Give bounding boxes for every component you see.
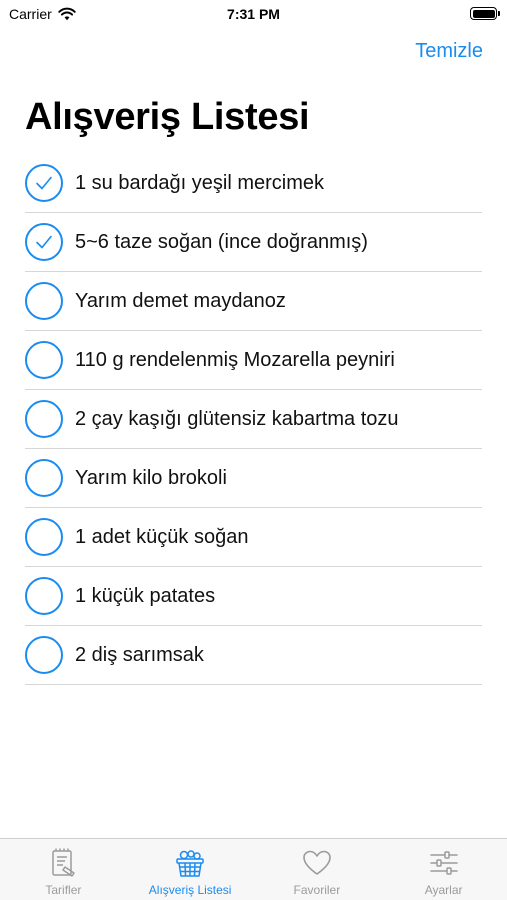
list-item-label: 1 adet küçük soğan — [75, 525, 249, 548]
checkbox-unchecked[interactable] — [25, 341, 63, 379]
checkbox-unchecked[interactable] — [25, 577, 63, 615]
status-carrier-group: Carrier — [9, 6, 76, 22]
page-title: Alışveriş Listesi — [25, 96, 310, 138]
list-item-label: 110 g rendelenmiş Mozarella peyniri — [75, 348, 395, 371]
list-item[interactable]: 5~6 taze soğan (ince doğranmış) — [25, 213, 482, 272]
tab-label: Ayarlar — [424, 883, 463, 897]
list-item[interactable]: 2 çay kaşığı glütensiz kabartma tozu — [25, 390, 482, 449]
checkmark-icon — [36, 235, 52, 249]
list-item-label: 2 çay kaşığı glütensiz kabartma tozu — [75, 407, 399, 430]
list-item[interactable]: 1 küçük patates — [25, 567, 482, 626]
recipe-book-icon — [52, 848, 76, 877]
tab-label: Tarifler — [45, 883, 82, 897]
checkbox-unchecked[interactable] — [25, 459, 63, 497]
list-item[interactable]: Yarım demet maydanoz — [25, 272, 482, 331]
tab-recipes[interactable]: Tarifler — [0, 839, 127, 900]
tab-label: Alışveriş Listesi — [148, 883, 232, 897]
list-item[interactable]: 1 adet küçük soğan — [25, 508, 482, 567]
list-item-label: 2 diş sarımsak — [75, 643, 204, 666]
checkbox-unchecked[interactable] — [25, 518, 63, 556]
tab-favorites[interactable]: Favoriler — [254, 839, 381, 900]
status-bar: Carrier 7:31 PM — [0, 0, 507, 30]
tab-shopping-list[interactable]: Alışveriş Listesi — [127, 839, 254, 900]
carrier-label: Carrier — [9, 6, 52, 22]
tab-bar: Tarifler Alışveriş Listesi Favoriler Aya… — [0, 838, 507, 900]
battery-fill — [472, 9, 495, 18]
shopping-basket-icon — [176, 850, 204, 877]
app-screen: Carrier 7:31 PM Temizle Alışveriş Listes… — [0, 0, 507, 900]
heart-icon — [303, 850, 331, 875]
list-item-label: 5~6 taze soğan (ince doğranmış) — [75, 230, 368, 253]
shopping-list: 1 su bardağı yeşil mercimek 5~6 taze soğa… — [25, 154, 482, 685]
clear-button[interactable]: Temizle — [415, 40, 483, 63]
list-item-label: Yarım demet maydanoz — [75, 289, 286, 312]
checkbox-unchecked[interactable] — [25, 400, 63, 438]
list-item-label: 1 su bardağı yeşil mercimek — [75, 171, 324, 194]
battery-icon — [470, 7, 500, 20]
list-item-label: Yarım kilo brokoli — [75, 466, 227, 489]
checkbox-unchecked[interactable] — [25, 282, 63, 320]
status-time: 7:31 PM — [227, 6, 280, 22]
list-item[interactable]: 1 su bardağı yeşil mercimek — [25, 154, 482, 213]
checkbox-unchecked[interactable] — [25, 636, 63, 674]
tab-settings[interactable]: Ayarlar — [380, 839, 507, 900]
list-item[interactable]: Yarım kilo brokoli — [25, 449, 482, 508]
list-item[interactable]: 2 diş sarımsak — [25, 626, 482, 685]
checkmark-icon — [36, 176, 52, 190]
list-item[interactable]: 110 g rendelenmiş Mozarella peyniri — [25, 331, 482, 390]
tab-label: Favoriler — [293, 883, 341, 897]
list-item-label: 1 küçük patates — [75, 584, 216, 607]
wifi-icon — [58, 7, 76, 21]
checkbox-checked[interactable] — [25, 164, 63, 202]
checkbox-checked[interactable] — [25, 223, 63, 261]
sliders-icon — [429, 851, 458, 875]
